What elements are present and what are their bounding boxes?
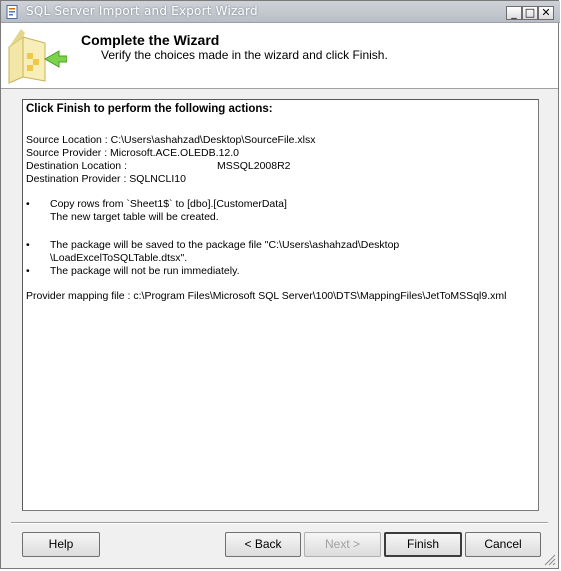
list-item: • The package will not be run immediatel… [26, 265, 534, 278]
list-item: • Copy rows from `Sheet1$` to [dbo].[Cus… [26, 198, 534, 211]
page-subtitle: Verify the choices made in the wizard an… [101, 48, 388, 62]
resize-grip-icon[interactable] [542, 552, 556, 566]
page-title: Complete the Wizard [81, 32, 220, 48]
package-saved-text-1: The package will be saved to the package… [50, 239, 400, 251]
wizard-header: Complete the Wizard Verify the choices m… [1, 23, 558, 89]
bullet-icon: • [26, 239, 30, 251]
list-item: • The package will be saved to the packa… [26, 239, 534, 252]
app-icon [6, 5, 18, 19]
destination-provider: Destination Provider : SQLNCLI10 [26, 173, 186, 185]
copy-rows-text: Copy rows from `Sheet1$` to [dbo].[Custo… [50, 198, 287, 210]
destination-location-label: Destination Location : [26, 160, 127, 172]
title-bar[interactable]: SQL Server Import and Export Wizard _ □ … [1, 1, 560, 23]
maximize-button[interactable]: □ [522, 6, 538, 20]
close-button[interactable]: ✕ [538, 6, 554, 20]
mapping-file: Provider mapping file : c:\Program Files… [26, 290, 507, 302]
help-button[interactable]: Help [22, 532, 100, 557]
package-saved-text-2: \LoadExcelToSQLTable.dtsx". [50, 252, 188, 264]
footer-divider [11, 522, 548, 524]
bullet-icon: • [26, 198, 30, 210]
cancel-button[interactable]: Cancel [465, 532, 541, 557]
next-button[interactable]: Next > [304, 532, 381, 557]
summary-text-area[interactable]: Click Finish to perform the following ac… [22, 99, 539, 511]
finish-button[interactable]: Finish [384, 532, 462, 557]
back-button[interactable]: < Back [225, 532, 301, 557]
destination-location: Destination Location : MSSQL2008R2 [26, 160, 534, 173]
source-provider: Source Provider : Microsoft.ACE.OLEDB.12… [26, 147, 239, 159]
source-location: Source Location : C:\Users\ashahzad\Desk… [26, 134, 316, 146]
summary-heading: Click Finish to perform the following ac… [26, 103, 273, 115]
window-title: SQL Server Import and Export Wizard [26, 4, 258, 18]
wizard-window: SQL Server Import and Export Wizard _ □ … [0, 0, 560, 569]
not-run-text: The package will not be run immediately. [50, 265, 240, 277]
summary-content: Click Finish to perform the following ac… [26, 103, 534, 303]
destination-location-value: MSSQL2008R2 [216, 160, 291, 172]
bullet-icon: • [26, 265, 30, 277]
new-table-text: The new target table will be created. [50, 211, 219, 223]
wizard-folder-arrow-icon [8, 29, 67, 84]
minimize-button[interactable]: _ [506, 6, 522, 20]
